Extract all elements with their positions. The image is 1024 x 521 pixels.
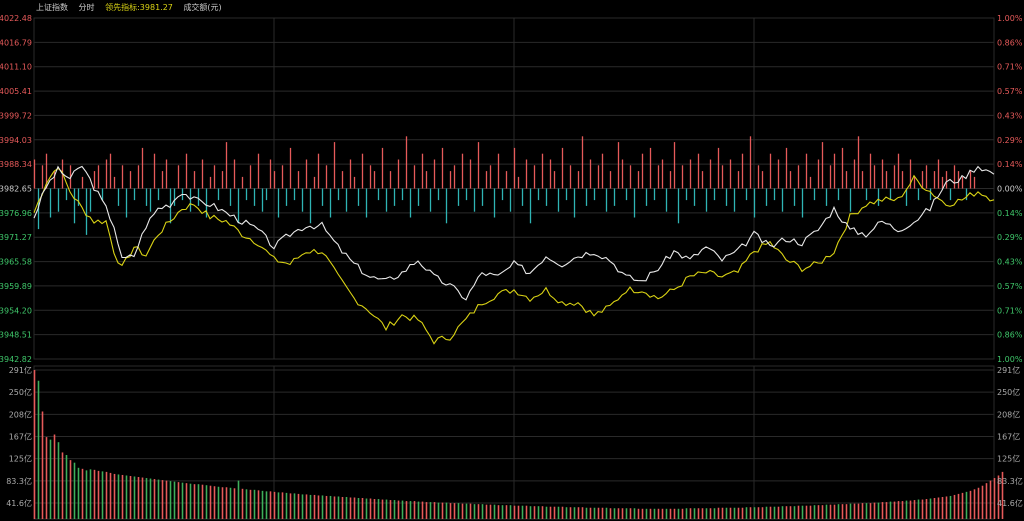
volume-tick-left: 125亿: [9, 454, 32, 464]
pct-tick-right: 0.43%: [997, 111, 1023, 120]
volume-tick-right: 291亿: [997, 365, 1020, 375]
intraday-chart: 4022.48 4016.79 4011.10 4005.41 3999.72 3994.…: [0, 14, 1023, 520]
price-tick-left: 3959.89: [0, 282, 32, 291]
pct-tick-right: 0.57%: [997, 87, 1023, 96]
price-tick-left: 4016.79: [0, 38, 32, 47]
pct-tick-right: 0.29%: [997, 233, 1023, 242]
price-tick-left: 4005.41: [0, 87, 32, 96]
volume-tick-left: 41.6亿: [6, 498, 32, 508]
pct-tick-right: 0.71%: [997, 63, 1023, 72]
price-tick-left: 4022.48: [0, 14, 32, 23]
volume-tick-left: 208亿: [9, 409, 32, 419]
grid-lines: [33, 17, 995, 520]
volume-tick-left: 250亿: [9, 387, 32, 397]
price-tick-left: 3994.03: [0, 136, 32, 145]
pct-tick-right: 0.00%: [997, 185, 1023, 194]
volume-tick-right: 125亿: [997, 454, 1020, 464]
price-tick-left: 3999.72: [0, 111, 32, 120]
price-tick-left: 3988.34: [0, 160, 32, 169]
axis-labels: 4022.48 4016.79 4011.10 4005.41 3999.72 3994.…: [0, 14, 1023, 508]
price-tick-left: 3954.20: [0, 306, 32, 315]
volume-tick-left: 167亿: [9, 432, 32, 442]
pct-tick-right: 0.86%: [997, 38, 1023, 47]
pct-tick-right: 0.14%: [997, 160, 1023, 169]
price-tick-left: 3976.96: [0, 209, 32, 218]
price-tick-left: 3942.82: [0, 355, 32, 364]
volume-tick-right: 250亿: [997, 387, 1020, 397]
price-tick-left: 3982.65: [0, 185, 32, 194]
pct-tick-right: 0.86%: [997, 331, 1023, 340]
price-tick-left: 3948.51: [0, 331, 32, 340]
breadth-bars: [33, 136, 976, 235]
pct-tick-right: 0.43%: [997, 258, 1023, 267]
volume-tick-right: 208亿: [997, 409, 1020, 419]
volume-tick-left: 83.3亿: [6, 476, 32, 486]
pct-tick-right: 1.00%: [997, 355, 1023, 364]
volume-tick-right: 83.3亿: [997, 476, 1023, 486]
pct-tick-right: 0.29%: [997, 136, 1023, 145]
price-tick-left: 4011.10: [0, 63, 32, 72]
pct-tick-right: 0.57%: [997, 282, 1023, 291]
volume-tick-right: 41.6亿: [997, 498, 1023, 508]
price-tick-left: 3971.27: [0, 233, 32, 242]
price-tick-left: 3965.58: [0, 258, 32, 267]
volume-tick-right: 167亿: [997, 432, 1020, 442]
pct-tick-right: 0.71%: [997, 306, 1023, 315]
volume-tick-left: 291亿: [9, 365, 32, 375]
pct-tick-right: 0.14%: [997, 209, 1023, 218]
pct-tick-right: 1.00%: [997, 14, 1023, 23]
